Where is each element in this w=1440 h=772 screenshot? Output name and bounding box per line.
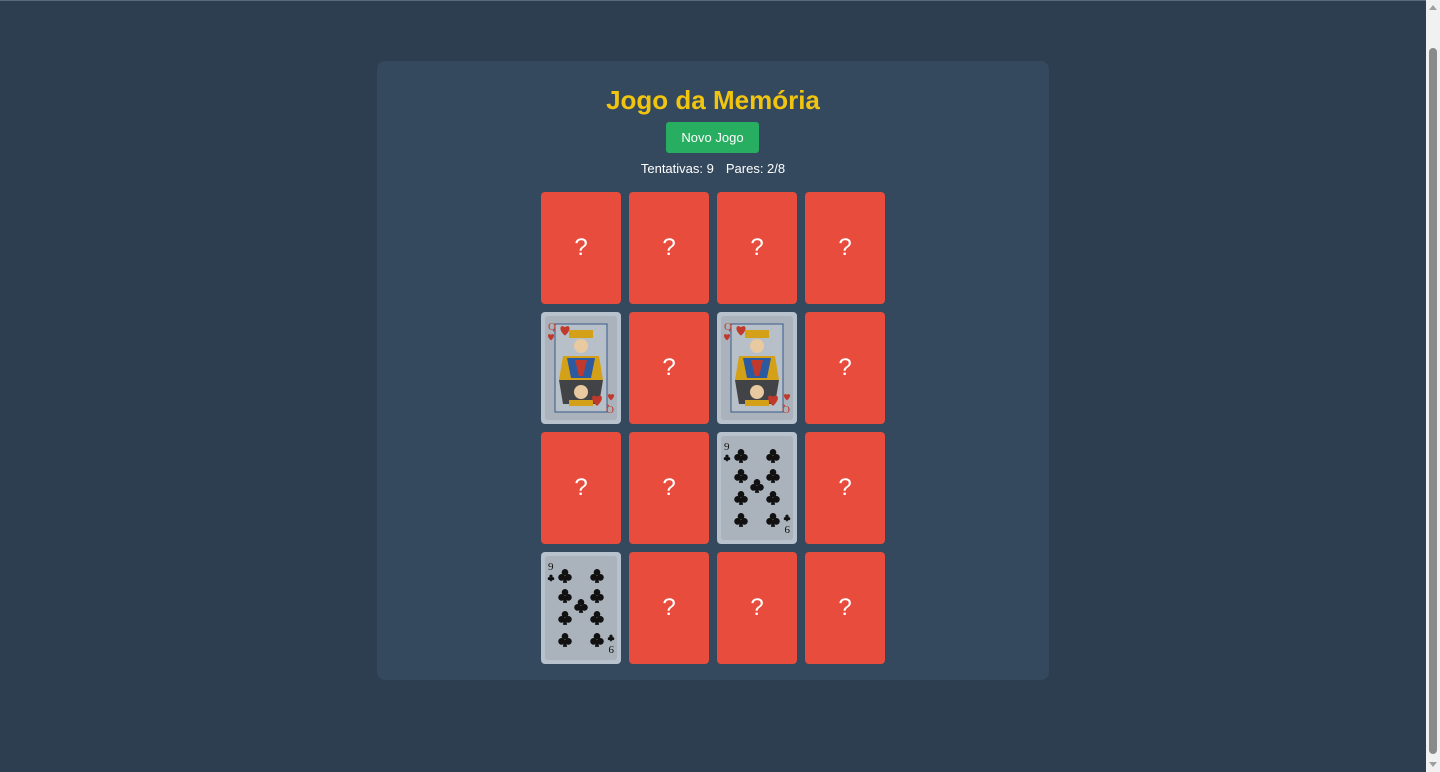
svg-text:Q: Q (724, 321, 732, 333)
svg-text:Q: Q (548, 321, 556, 333)
svg-text:9: 9 (608, 643, 614, 655)
window-top-border (0, 0, 1426, 1)
game-panel: Jogo da Memória Novo Jogo Tentativas: 9 P… (377, 61, 1049, 680)
nine-of-clubs-icon: 99 (721, 436, 793, 540)
game-stats: Tentativas: 9 Pares: 2/8 (377, 161, 1049, 176)
card-back-mark: ? (838, 354, 852, 381)
card-back-mark: ? (662, 474, 676, 501)
card-back-mark: ? (838, 594, 852, 621)
pairs-counter: Pares: 2/8 (725, 161, 786, 176)
svg-text:Q: Q (606, 403, 614, 415)
card-back-mark: ? (662, 354, 676, 381)
new-game-button[interactable]: Novo Jogo (666, 122, 759, 153)
card-back-mark: ? (750, 594, 764, 621)
svg-text:9: 9 (784, 523, 790, 535)
card-2[interactable]: ? (629, 192, 709, 304)
card-back-mark: ? (838, 474, 852, 501)
card-back-mark: ? (662, 594, 676, 621)
card-6[interactable]: ? (629, 312, 709, 424)
vertical-scrollbar[interactable] (1426, 0, 1440, 772)
card-12[interactable]: ? (805, 432, 885, 544)
card-14[interactable]: ? (629, 552, 709, 664)
svg-text:9: 9 (548, 561, 554, 573)
card-3[interactable]: ? (717, 192, 797, 304)
card-back-mark: ? (574, 474, 588, 501)
card-grid: ? ? ? ? QQ ? QQ ? ? ? 99 ? 99 ? ? ? (541, 192, 885, 664)
card-8[interactable]: ? (805, 312, 885, 424)
scroll-down-arrow-icon[interactable] (1429, 762, 1437, 767)
queen-of-hearts-icon: QQ (545, 316, 617, 420)
svg-text:9: 9 (724, 441, 730, 453)
scrollbar-thumb[interactable] (1429, 48, 1437, 754)
card-16[interactable]: ? (805, 552, 885, 664)
card-7[interactable]: QQ (717, 312, 797, 424)
card-back-mark: ? (750, 234, 764, 261)
card-9[interactable]: ? (541, 432, 621, 544)
game-title: Jogo da Memória (606, 85, 820, 115)
svg-text:Q: Q (782, 403, 790, 415)
card-1[interactable]: ? (541, 192, 621, 304)
card-back-mark: ? (574, 234, 588, 261)
card-15[interactable]: ? (717, 552, 797, 664)
card-10[interactable]: ? (629, 432, 709, 544)
card-5[interactable]: QQ (541, 312, 621, 424)
nine-of-clubs-icon: 99 (545, 556, 617, 660)
card-13[interactable]: 99 (541, 552, 621, 664)
queen-of-hearts-icon: QQ (721, 316, 793, 420)
attempts-counter: Tentativas: 9 (640, 161, 714, 176)
card-back-mark: ? (662, 234, 676, 261)
card-back-mark: ? (838, 234, 852, 261)
card-4[interactable]: ? (805, 192, 885, 304)
card-11[interactable]: 99 (717, 432, 797, 544)
scroll-up-arrow-icon[interactable] (1429, 5, 1437, 10)
